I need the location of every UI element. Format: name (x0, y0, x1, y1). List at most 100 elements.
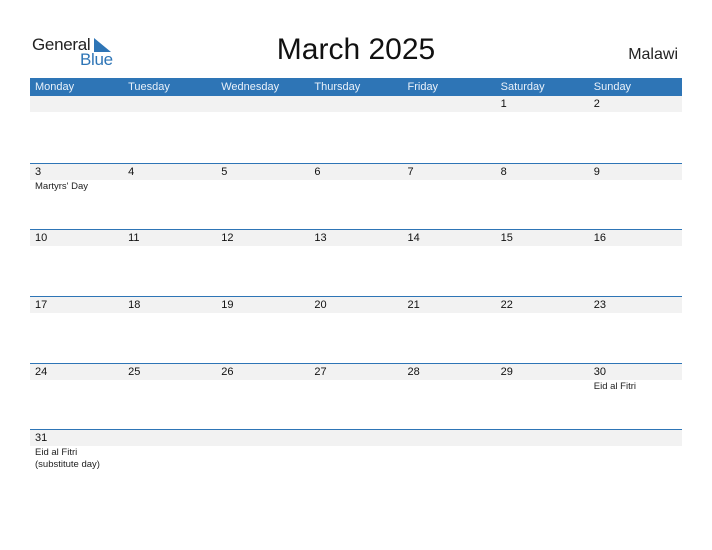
day-number (501, 430, 589, 446)
day-cell (123, 430, 216, 496)
weekday-thursday: Thursday (314, 81, 361, 93)
weekday-sunday: Sunday (593, 81, 632, 93)
day-cell: 16 (589, 230, 682, 296)
day-number: 1 (500, 98, 507, 110)
day-number (128, 96, 216, 112)
day-number: 25 (128, 365, 141, 378)
day-number: 21 (407, 299, 420, 312)
day-number: 5 (221, 165, 228, 178)
day-number: 20 (314, 299, 327, 312)
day-number: 23 (593, 299, 606, 312)
day-number (128, 430, 216, 446)
calendar-week-row: 24 25 26 27 28 29 30 Eid al Fitri (30, 362, 682, 430)
holiday-label: Eid al Fitri (substitute day) (35, 447, 100, 471)
day-number: 6 (314, 165, 321, 178)
weekday-monday: Monday (35, 81, 75, 93)
day-number (408, 96, 496, 112)
country-label: Malawi (628, 46, 678, 63)
day-cell: 18 (123, 297, 216, 363)
day-number (221, 430, 309, 446)
day-number: 13 (314, 232, 327, 245)
day-cell: 7 (403, 164, 496, 230)
day-cell: 4 (123, 164, 216, 230)
day-number: 22 (500, 299, 513, 312)
day-number: 10 (35, 232, 48, 245)
day-number: 9 (593, 165, 600, 178)
page-title: March 2025 (276, 33, 436, 66)
calendar-week-row: 31 Eid al Fitri (substitute day) (30, 429, 682, 496)
day-cell: 31 Eid al Fitri (substitute day) (30, 430, 123, 496)
day-number (314, 96, 402, 112)
day-number: 29 (500, 365, 513, 378)
day-cell: 25 (123, 364, 216, 430)
weekday-wednesday: Wednesday (221, 81, 280, 93)
day-cell: 5 (216, 164, 309, 230)
day-cell: 14 (403, 230, 496, 296)
calendar-week-row: 17 18 19 20 21 22 23 (30, 296, 682, 363)
calendar-week-row: 10 11 12 13 14 15 16 (30, 229, 682, 296)
day-cell: 2 (589, 96, 682, 163)
day-cell: 17 (30, 297, 123, 363)
day-number: 26 (221, 365, 234, 378)
day-number (408, 430, 496, 446)
holiday-label: Martyrs' Day (35, 180, 89, 192)
day-cell (30, 96, 123, 163)
weekday-tuesday: Tuesday (128, 81, 170, 93)
weekday-header: Monday Tuesday Wednesday Thursday Friday… (30, 78, 682, 96)
day-cell: 19 (216, 297, 309, 363)
day-number (314, 430, 402, 446)
day-cell: 1 (496, 96, 589, 163)
calendar-weeks: 1 2 3 Martyrs' Day 4 5 6 7 8 9 10 11 12 13 14 15 16 17 18 1… (30, 96, 682, 496)
day-cell: 24 (30, 364, 123, 430)
day-cell: 21 (403, 297, 496, 363)
day-cell: 23 (589, 297, 682, 363)
day-number: 12 (221, 232, 234, 245)
day-cell: 20 (309, 297, 402, 363)
day-number (35, 96, 123, 112)
holiday-label: Eid al Fitri (593, 380, 636, 392)
day-cell: 9 (589, 164, 682, 230)
day-number: 18 (128, 299, 141, 312)
weekday-saturday: Saturday (500, 81, 545, 93)
day-number: 28 (407, 365, 420, 378)
day-number: 17 (35, 299, 48, 312)
day-number: 4 (128, 165, 135, 178)
day-cell: 3 Martyrs' Day (30, 164, 123, 230)
day-cell: 11 (123, 230, 216, 296)
day-cell (216, 96, 309, 163)
day-number (221, 96, 309, 112)
day-number: 11 (128, 232, 140, 245)
day-cell: 8 (496, 164, 589, 230)
day-number: 15 (500, 232, 513, 245)
day-cell: 13 (309, 230, 402, 296)
day-number: 24 (35, 365, 48, 378)
calendar-week-row: 12 (30, 96, 682, 163)
day-cell (496, 430, 589, 496)
calendar-grid: Monday Tuesday Wednesday Thursday Friday… (30, 78, 682, 496)
day-cell (216, 430, 309, 496)
weekday-friday: Friday (407, 81, 439, 93)
day-number: 27 (314, 365, 327, 378)
day-cell: 28 (403, 364, 496, 430)
day-cell (589, 430, 682, 496)
calendar-week-row: 3 Martyrs' Day 4 5 6 7 8 9 (30, 162, 682, 230)
day-number: 7 (407, 165, 414, 178)
day-cell: 10 (30, 230, 123, 296)
day-cell: 12 (216, 230, 309, 296)
day-cell: 22 (496, 297, 589, 363)
day-cell: 27 (309, 364, 402, 430)
day-number: 16 (593, 232, 606, 245)
day-cell (309, 430, 402, 496)
day-number: 14 (407, 232, 420, 245)
day-cell: 26 (216, 364, 309, 430)
day-cell (403, 96, 496, 163)
day-number: 30 (593, 365, 606, 378)
day-cell: 29 (496, 364, 589, 430)
day-cell: 30 Eid al Fitri (589, 364, 682, 430)
day-number (594, 430, 682, 446)
day-number: 31 (35, 432, 48, 445)
day-number: 3 (35, 165, 42, 178)
day-cell: 15 (496, 230, 589, 296)
day-cell: 6 (309, 164, 402, 230)
day-cell (309, 96, 402, 163)
